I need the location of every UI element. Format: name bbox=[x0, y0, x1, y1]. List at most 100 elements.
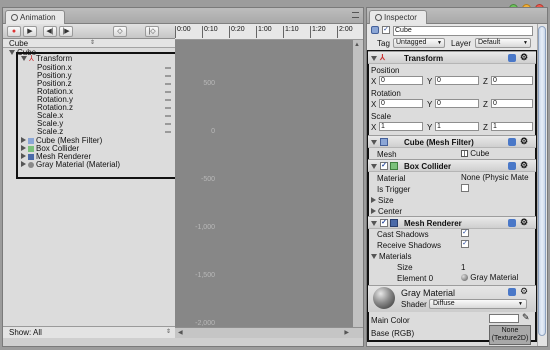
inspector-window: Inspector ✓ Cube Tag Untagged ▼ Layer Def… bbox=[366, 7, 548, 347]
gear-icon[interactable]: ⚙ bbox=[520, 160, 528, 171]
object-name-value: Cube bbox=[395, 27, 412, 34]
collider-material-value: None (Physic Mate bbox=[461, 173, 529, 182]
timeline-mark: 0:10 bbox=[202, 26, 218, 38]
gear-icon[interactable]: ⚙ bbox=[520, 52, 528, 63]
help-icon[interactable] bbox=[508, 162, 516, 170]
help-icon[interactable] bbox=[508, 54, 516, 62]
active-checkbox[interactable]: ✓ bbox=[382, 26, 390, 34]
materials-row[interactable]: Materials bbox=[371, 252, 411, 261]
mesh-field[interactable]: Cube bbox=[461, 149, 533, 158]
curve-value-label: 0 bbox=[211, 128, 215, 135]
step-forward-button[interactable]: |▶ bbox=[59, 26, 73, 37]
position-x-axis: X bbox=[371, 77, 377, 86]
tag-label: Tag bbox=[377, 39, 390, 48]
tag-dropdown[interactable]: Untagged ▼ bbox=[393, 38, 445, 48]
position-x-value: 0 bbox=[381, 77, 385, 84]
cast-shadows-label: Cast Shadows bbox=[377, 230, 429, 239]
add-event-button[interactable]: |◇ bbox=[145, 26, 159, 37]
position-y-value: 0 bbox=[437, 77, 441, 84]
cast-shadows-checkbox[interactable]: ✓ bbox=[461, 229, 469, 237]
materials-size-value[interactable]: 1 bbox=[461, 263, 465, 272]
scroll-left-arrow[interactable]: ◀ bbox=[178, 329, 183, 336]
rotation-z-field[interactable]: 0 bbox=[491, 99, 533, 108]
fold-closed-icon bbox=[371, 197, 376, 203]
curve-horizontal-scrollbar[interactable]: ◀ ▶ bbox=[175, 327, 363, 338]
shader-dropdown[interactable]: Diffuse ▼ bbox=[429, 299, 527, 309]
center-row[interactable]: Center bbox=[371, 207, 402, 216]
gear-icon[interactable]: ⚙ bbox=[520, 217, 528, 228]
tab-inspector[interactable]: Inspector bbox=[369, 10, 427, 24]
help-icon[interactable] bbox=[508, 219, 516, 227]
scale-y-field[interactable]: 1 bbox=[435, 122, 479, 131]
scale-y-axis: Y bbox=[427, 123, 433, 132]
size-row[interactable]: Size bbox=[371, 196, 394, 205]
scale-x-field[interactable]: 1 bbox=[379, 122, 423, 131]
rotation-label: Rotation bbox=[371, 89, 401, 98]
fold-closed-icon bbox=[21, 137, 26, 143]
position-x-field[interactable]: 0 bbox=[379, 76, 423, 85]
shader-value: Diffuse bbox=[433, 300, 455, 307]
scale-z-field[interactable]: 1 bbox=[491, 122, 533, 131]
rotation-y-field[interactable]: 0 bbox=[435, 99, 479, 108]
scale-x-axis: X bbox=[371, 123, 377, 132]
mesh-renderer-checkbox[interactable]: ✓ bbox=[380, 219, 388, 227]
gear-icon[interactable]: ⚙ bbox=[520, 286, 528, 297]
position-z-axis: Z bbox=[483, 77, 488, 86]
info-icon bbox=[375, 14, 382, 21]
inspector-scrollbar-thumb[interactable] bbox=[538, 26, 546, 336]
curve-value-label: -500 bbox=[200, 176, 215, 183]
scroll-up-arrow[interactable]: ▲ bbox=[354, 42, 360, 48]
mesh-renderer-header[interactable]: ✓ Mesh Renderer ⚙ bbox=[368, 216, 536, 229]
scroll-right-arrow[interactable]: ▶ bbox=[344, 329, 349, 336]
keyframe-dash-icon bbox=[165, 115, 171, 117]
show-filter[interactable]: Show: All ⇕ bbox=[3, 326, 175, 338]
layer-dropdown[interactable]: Default ▼ bbox=[475, 38, 531, 48]
main-color-swatch[interactable] bbox=[489, 314, 519, 323]
is-trigger-label: Is Trigger bbox=[377, 185, 411, 194]
position-y-axis: Y bbox=[427, 77, 433, 86]
eyedropper-icon[interactable]: ✎ bbox=[522, 312, 530, 323]
curve-vertical-scrollbar[interactable]: ▲ bbox=[353, 40, 363, 327]
help-icon[interactable] bbox=[508, 288, 516, 296]
mesh-filter-header[interactable]: Cube (Mesh Filter) ⚙ bbox=[368, 135, 536, 148]
object-selector[interactable]: Cube ⇕ bbox=[3, 39, 175, 48]
scale-z-axis: Z bbox=[483, 123, 488, 132]
property-row[interactable]: Scale.z bbox=[37, 128, 173, 136]
step-back-button[interactable]: ◀| bbox=[43, 26, 57, 37]
curve-value-labels: 500 0 -500 -1,000 -1,500 -2,000 bbox=[181, 40, 221, 327]
tab-menu-icon[interactable] bbox=[352, 12, 359, 18]
rotation-x-field[interactable]: 0 bbox=[379, 99, 423, 108]
receive-shadows-label: Receive Shadows bbox=[377, 241, 442, 250]
box-collider-header[interactable]: ✓ Box Collider ⚙ bbox=[368, 159, 536, 172]
gear-icon[interactable]: ⚙ bbox=[520, 136, 528, 147]
property-label: Scale.z bbox=[37, 127, 64, 136]
record-button[interactable]: ● bbox=[7, 26, 21, 37]
keyframe-dash-icon bbox=[165, 131, 171, 133]
layer-value: Default bbox=[478, 39, 501, 46]
scale-y-value: 1 bbox=[437, 123, 441, 130]
receive-shadows-checkbox[interactable]: ✓ bbox=[461, 240, 469, 248]
collider-material-field[interactable]: None (Physic Mate bbox=[461, 173, 535, 182]
is-trigger-checkbox[interactable] bbox=[461, 184, 469, 192]
fold-open-icon bbox=[371, 164, 377, 169]
position-label: Position bbox=[371, 66, 400, 75]
component-row[interactable]: Gray Material (Material) bbox=[21, 161, 120, 169]
transform-row[interactable]: ⅄ Transform bbox=[21, 54, 72, 63]
texture-slot-line1: None bbox=[501, 327, 519, 334]
timeline-mark: 1:20 bbox=[310, 26, 326, 38]
position-z-field[interactable]: 0 bbox=[491, 76, 533, 85]
component-icon bbox=[28, 154, 34, 160]
add-keyframe-button[interactable]: ◇ bbox=[113, 26, 127, 37]
play-button[interactable]: ▶ bbox=[23, 26, 37, 37]
help-icon[interactable] bbox=[508, 138, 516, 146]
position-y-field[interactable]: 0 bbox=[435, 76, 479, 85]
object-name-field[interactable]: Cube bbox=[393, 26, 533, 36]
tab-animation[interactable]: Animation bbox=[5, 10, 65, 24]
element-0-field[interactable]: Gray Material bbox=[461, 273, 518, 282]
clock-icon bbox=[11, 14, 18, 21]
transform-header[interactable]: ⅄ Transform ⚙ bbox=[368, 51, 536, 64]
texture-slot[interactable]: None (Texture2D) bbox=[489, 325, 531, 345]
scale-x-value: 1 bbox=[381, 123, 385, 130]
curve-value-label: 500 bbox=[203, 80, 215, 87]
box-collider-checkbox[interactable]: ✓ bbox=[380, 162, 388, 170]
